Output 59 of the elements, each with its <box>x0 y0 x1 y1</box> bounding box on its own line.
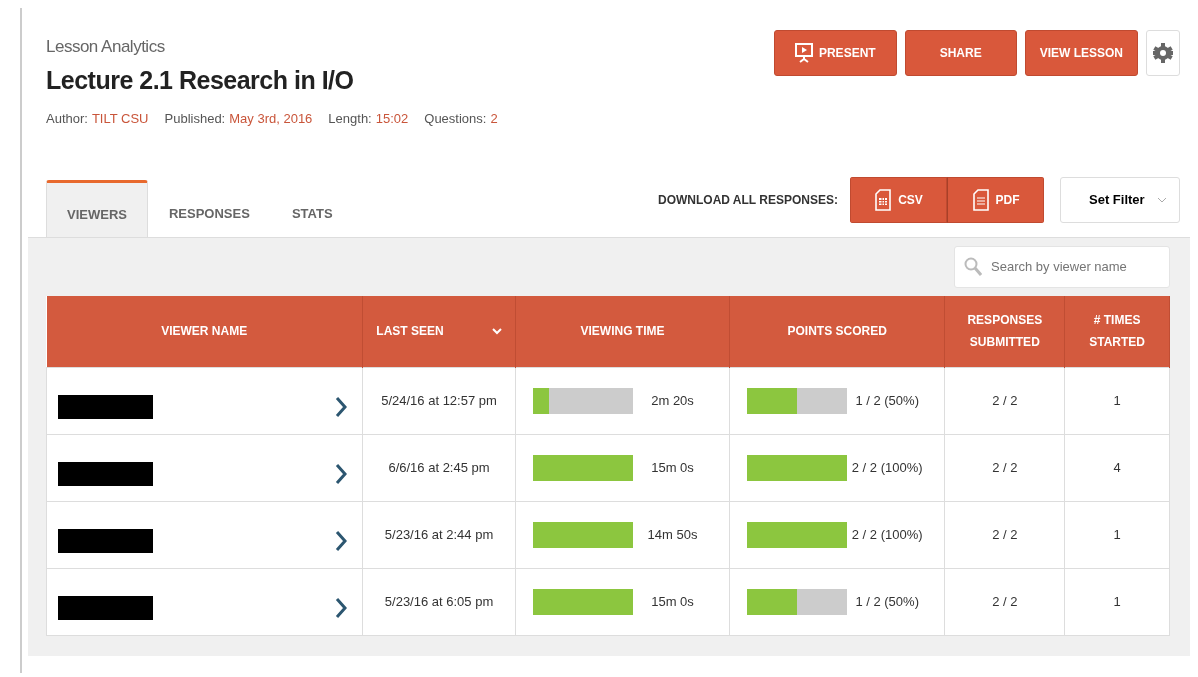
column-header: # TIMES STARTED <box>1064 295 1170 368</box>
search-field[interactable]: Search by viewer name <box>954 245 1170 288</box>
download-label: DOWNLOAD ALL RESPONSES: <box>658 191 838 209</box>
table-cell: 2 / 2 <box>944 568 1065 636</box>
table-cell: 5/24/16 at 12:57 pm <box>362 367 516 435</box>
meta-label: Author: <box>46 110 88 128</box>
table-cell: 1 <box>1064 367 1170 435</box>
action-button[interactable]: SHARE <box>904 30 1017 76</box>
filter-dropdown[interactable]: Set Filter <box>1060 176 1180 223</box>
search-icon <box>964 256 982 277</box>
tab[interactable]: RESPONSES <box>147 180 271 237</box>
meta-value: 2 <box>490 110 498 128</box>
meta-value: TILT CSU <box>91 110 149 128</box>
download-button[interactable]: PDF <box>947 176 1044 223</box>
tab[interactable]: STATS <box>270 180 354 237</box>
presentation-screen-icon <box>794 43 813 63</box>
sort-chevron-icon[interactable] <box>491 327 502 335</box>
table-cell: 6/6/16 at 2:45 pm <box>362 434 516 502</box>
table-cell: 1 <box>1064 568 1170 636</box>
lesson-title: Lecture 2.1 Research in I/O <box>46 64 355 96</box>
tab[interactable]: VIEWERS <box>46 180 148 237</box>
table-cell: 5/23/16 at 6:05 pm <box>362 568 516 636</box>
chevron-right-icon <box>334 463 347 485</box>
progress-reading: 2m 20s <box>651 393 694 409</box>
table-cell: 2 / 2 <box>944 434 1065 502</box>
settings-button[interactable] <box>1146 30 1180 76</box>
meta-value: May 3rd, 2016 <box>229 110 313 128</box>
chevron-right-icon <box>334 530 347 552</box>
progress-reading: 15m 0s <box>651 594 694 610</box>
meta-label: Questions: <box>424 110 487 128</box>
progress-reading: 2 / 2 (100%) <box>851 527 923 543</box>
page-subtitle: Lesson Analytics <box>46 36 166 58</box>
table-cell: 5/23/16 at 2:44 pm <box>362 501 516 569</box>
progress-reading: 1 / 2 (50%) <box>855 393 919 409</box>
table-cell: 4 <box>1064 434 1170 502</box>
progress-reading: 1 / 2 (50%) <box>855 594 919 610</box>
progress-reading: 2 / 2 (100%) <box>851 460 923 476</box>
meta-value: 15:02 <box>375 110 409 128</box>
file-icon <box>971 188 990 211</box>
file-icon <box>874 188 893 211</box>
table-cell: 2 / 2 <box>944 367 1065 435</box>
chevron-down-icon <box>1157 196 1167 203</box>
meta-label: Length: <box>328 110 372 128</box>
chevron-right-icon <box>334 597 347 619</box>
settings-icon <box>1153 42 1173 64</box>
table-cell: 2 / 2 <box>944 501 1065 569</box>
download-button[interactable]: CSV <box>850 176 947 223</box>
column-header: VIEWER NAME <box>46 295 363 368</box>
progress-reading: 14m 50s <box>647 527 698 543</box>
action-button[interactable]: VIEW LESSON <box>1024 30 1138 76</box>
meta-label: Published: <box>164 110 226 128</box>
chevron-right-icon <box>334 396 347 418</box>
column-header: POINTS SCORED <box>729 295 945 368</box>
column-header: VIEWING TIME <box>515 295 730 368</box>
present-button[interactable]: PRESENT <box>773 30 897 76</box>
progress-reading: 15m 0s <box>651 460 694 476</box>
column-header: RESPONSES SUBMITTED <box>944 295 1065 368</box>
table-cell: 1 <box>1064 501 1170 569</box>
column-label: LAST SEEN <box>376 323 444 341</box>
